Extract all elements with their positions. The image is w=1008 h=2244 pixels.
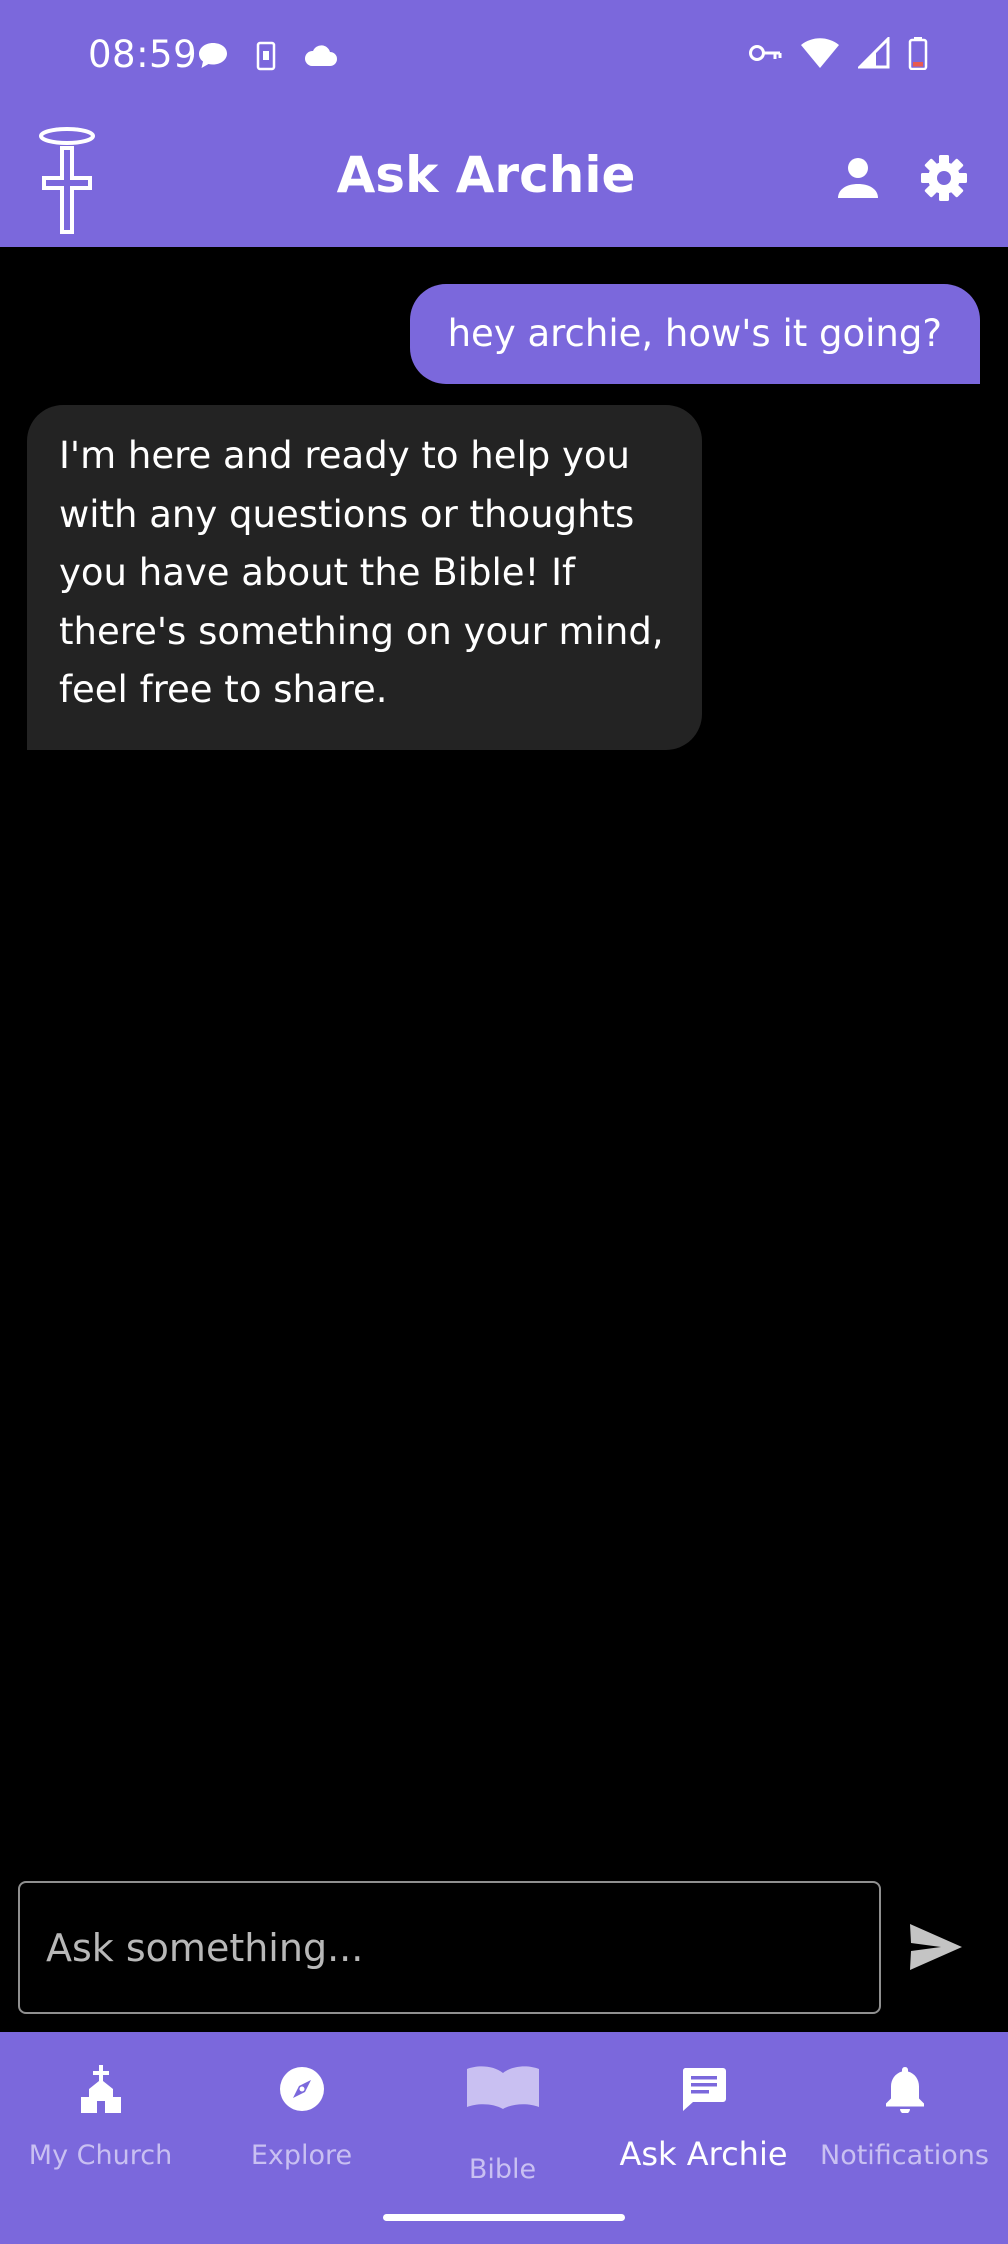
open-book-icon (466, 2066, 539, 2109)
nav-label-my-church: My Church (28, 2140, 173, 2171)
nav-item-explore[interactable]: Explore (201, 2032, 402, 2182)
nav-item-ask-archie[interactable]: Ask Archie (603, 2032, 804, 2182)
nav-label-notifications: Notifications (820, 2140, 989, 2171)
battery-low-icon (908, 37, 928, 70)
status-time: 08:59 (88, 33, 198, 76)
chat-message-icon (682, 2068, 726, 2111)
nav-item-bible[interactable]: Bible (402, 2032, 603, 2185)
send-button[interactable] (908, 1922, 964, 1972)
nav-label-explore: Explore (250, 2140, 353, 2171)
sim-card-icon (256, 41, 276, 71)
cloud-icon (304, 45, 337, 66)
bottom-navigation: My Church Explore Bible Ask Archie Notif… (0, 2032, 1008, 2244)
compass-icon (279, 2067, 324, 2111)
nav-item-notifications[interactable]: Notifications (804, 2032, 1005, 2182)
status-left-icons (196, 40, 338, 72)
ask-input[interactable] (20, 1883, 879, 2012)
bell-icon (885, 2067, 924, 2113)
profile-button[interactable] (834, 154, 882, 202)
nav-item-my-church[interactable]: My Church (0, 2032, 201, 2182)
vpn-key-icon (749, 45, 782, 61)
home-indicator[interactable] (383, 2214, 625, 2221)
settings-button[interactable] (920, 154, 968, 202)
cellular-signal-icon (858, 37, 890, 69)
chat-thread[interactable]: hey archie, how's it going? I'm here and… (0, 247, 1008, 2032)
send-icon (910, 1924, 962, 1970)
nav-label-ask-archie: Ask Archie (619, 2135, 788, 2173)
top-app-bar: 08:59 Ask Archie (0, 0, 1008, 247)
assistant-message-bubble: I'm here and ready to help you with any … (27, 405, 702, 750)
user-message-bubble: hey archie, how's it going? (409, 284, 980, 384)
ask-input-container (18, 1881, 881, 2014)
wifi-icon (801, 38, 839, 68)
page-title: Ask Archie (336, 146, 636, 204)
settings-gear-icon (921, 155, 967, 201)
profile-icon (838, 158, 878, 198)
status-right-icons (748, 36, 928, 70)
church-icon (80, 2065, 121, 2113)
nav-label-bible: Bible (468, 2154, 537, 2185)
chat-bubble-icon (199, 43, 227, 68)
